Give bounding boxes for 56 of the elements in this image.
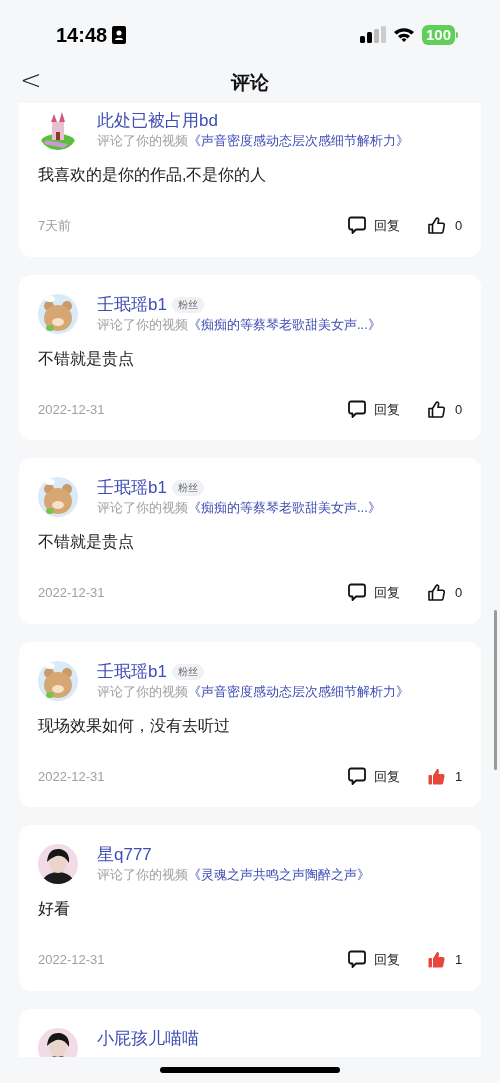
comment-text: 现场效果如何，没有去听过	[38, 715, 231, 736]
thumbs-up-icon[interactable]	[428, 951, 445, 969]
comment-action: 评论了你的视频	[97, 315, 188, 334]
reply-button[interactable]: 回复	[374, 950, 400, 970]
comment-icon[interactable]	[348, 399, 366, 419]
comment-text: 我喜欢的是你的作品,不是你的人	[38, 165, 268, 185]
like-count: 0	[455, 584, 463, 602]
comment-text: 不错就是贵点	[38, 532, 135, 552]
wifi-icon	[392, 26, 415, 43]
video-link[interactable]: 《声音密度感动态层次感细节解析力》	[188, 682, 409, 701]
thumbs-up-icon[interactable]	[428, 400, 445, 418]
user-name[interactable]: 小屁孩儿喵喵	[97, 1027, 199, 1050]
like-count: 0	[455, 400, 463, 419]
fan-badge: 粉丝	[171, 480, 204, 496]
comment-action: 评论了你的视频	[97, 682, 188, 701]
thumbs-up-icon[interactable]	[428, 767, 445, 785]
status-time: 14:48	[56, 22, 108, 48]
thumbs-up-icon[interactable]	[428, 584, 445, 602]
user-name[interactable]: 壬珉瑶b1	[97, 293, 167, 316]
comment-date: 7天前	[38, 217, 73, 235]
battery-indicator: 100	[421, 24, 455, 45]
reply-button[interactable]: 回复	[374, 399, 400, 419]
video-link[interactable]: 《痴痴的等蔡琴老歌甜美女声...》	[188, 315, 381, 334]
reply-button[interactable]: 回复	[374, 216, 400, 236]
video-link[interactable]: 《声音密度感动态层次感细节解析力》	[188, 132, 409, 150]
comment-date: 2022-12-31	[38, 400, 106, 419]
comment-date: 2022-12-31	[38, 584, 106, 602]
comment-text: 好看	[38, 899, 71, 919]
id-card-icon	[112, 25, 127, 44]
signal-icon	[359, 25, 386, 44]
comment-icon[interactable]	[348, 766, 366, 786]
user-name[interactable]: 此处已被占用bd	[97, 110, 218, 132]
back-button[interactable]: <	[20, 65, 42, 95]
like-count: 1	[455, 951, 463, 969]
video-link[interactable]: 《痴痴的等蔡琴老歌甜美女声...》	[188, 499, 381, 517]
reply-button[interactable]: 回复	[374, 583, 400, 603]
comment-action: 评论了你的视频	[97, 499, 188, 517]
comment-date: 2022-12-31	[38, 951, 106, 969]
user-name[interactable]: 星q777	[97, 844, 152, 866]
like-count: 1	[455, 767, 463, 786]
like-count: 0	[455, 217, 463, 235]
comment-action: 评论了你的视频	[97, 132, 188, 150]
comment-date: 2022-12-31	[38, 767, 106, 786]
fan-badge: 粉丝	[171, 663, 204, 680]
fan-badge: 粉丝	[171, 296, 204, 313]
comment-icon[interactable]	[348, 216, 366, 236]
comment-action: 评论了你的视频	[97, 866, 188, 884]
video-link[interactable]: 《灵魂之声共鸣之声陶醉之声》	[188, 866, 370, 884]
comment-icon[interactable]	[348, 583, 366, 603]
comment-text: 不错就是贵点	[38, 348, 135, 369]
user-name[interactable]: 壬珉瑶b1	[97, 477, 167, 499]
reply-button[interactable]: 回复	[374, 766, 400, 786]
comment-icon[interactable]	[348, 950, 366, 970]
thumbs-up-icon[interactable]	[428, 217, 445, 235]
page-title: 评论	[231, 70, 269, 95]
user-name[interactable]: 壬珉瑶b1	[97, 660, 167, 683]
